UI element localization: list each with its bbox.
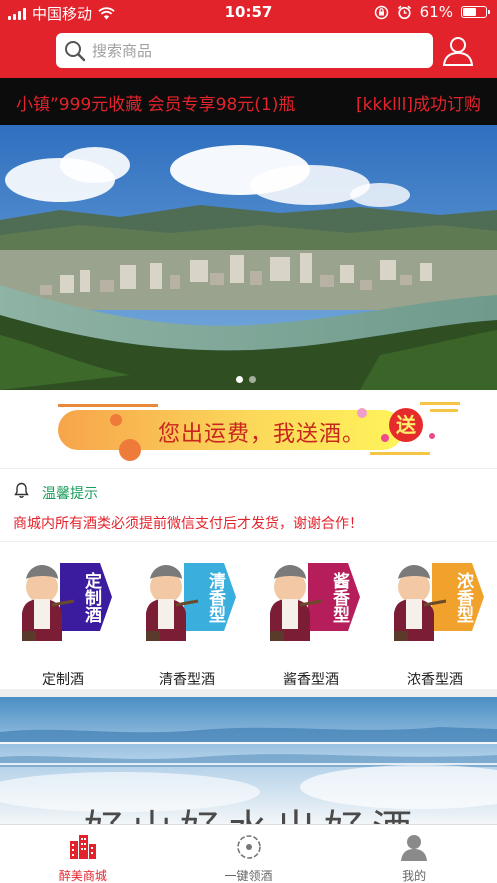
category-badge-text: 浓香型 <box>453 571 473 623</box>
city-icon <box>69 835 96 859</box>
search-input[interactable]: 搜索商品 <box>56 33 433 68</box>
banner-carousel[interactable] <box>0 125 497 390</box>
search-placeholder: 搜索商品 <box>92 42 153 60</box>
category-badge: 清香型 <box>194 561 236 633</box>
category-badge-text: 定制酒 <box>81 571 101 623</box>
promo-badge: 送 <box>389 408 423 442</box>
user-icon[interactable] <box>441 34 475 68</box>
status-bar: 中国移动 10:57 61% <box>0 0 497 26</box>
ticker-item: [kkklll]成功订购 <box>356 95 481 115</box>
feature-banner-text: 好山好水出好酒 <box>84 797 420 824</box>
category-item-custom[interactable]: 定制酒 定制酒 <box>8 561 118 688</box>
category-badge: 酱香型 <box>318 561 360 633</box>
category-badge-text: 酱香型 <box>329 571 349 623</box>
feature-banner[interactable]: 好山好水出好酒 <box>0 697 497 824</box>
orientation-lock-icon <box>374 5 388 19</box>
bell-icon <box>14 482 29 498</box>
status-right: 61% <box>374 3 490 21</box>
nav-item-mall[interactable]: 醉美商城 <box>0 825 166 883</box>
category-label: 清香型酒 <box>159 672 215 688</box>
header: 搜索商品 <box>0 26 497 78</box>
notice-title: 温馨提示 <box>42 486 98 502</box>
battery-level <box>463 8 477 16</box>
section-divider <box>0 689 497 697</box>
nav-label: 一键领酒 <box>224 869 273 883</box>
category-grid: 定制酒 定制酒 清香型 清香型酒 酱香型 酱香型酒 浓香型 浓香型酒 <box>0 543 497 689</box>
category-badge: 定制酒 <box>70 561 112 633</box>
nav-item-claim-wine[interactable]: 一键领酒 <box>166 825 332 883</box>
nav-label: 醉美商城 <box>58 869 107 883</box>
battery-icon <box>461 6 490 18</box>
nav-item-mine[interactable]: 我的 <box>331 825 497 883</box>
category-badge-text: 清香型 <box>205 571 225 623</box>
notice-text: 商城内所有酒类必须提前微信支付后才发货，谢谢合作！ <box>13 516 363 532</box>
category-label: 定制酒 <box>42 672 84 688</box>
search-icon <box>65 40 86 61</box>
person-icon <box>401 835 428 861</box>
target-icon <box>236 835 261 859</box>
nav-label: 我的 <box>402 869 427 883</box>
category-item-strong-aroma[interactable]: 浓香型 浓香型酒 <box>380 561 490 688</box>
carousel-dot[interactable] <box>236 376 243 383</box>
category-label: 酱香型酒 <box>283 672 339 688</box>
notice-panel: 温馨提示 商城内所有酒类必须提前微信支付后才发货，谢谢合作！ <box>0 468 497 542</box>
promo-text: 您出运费，我送酒。 <box>158 422 366 447</box>
category-badge: 浓香型 <box>442 561 484 633</box>
battery-percent: 61% <box>419 3 453 21</box>
category-label: 浓香型酒 <box>407 672 463 688</box>
bottom-nav: 醉美商城 一键领酒 我的 <box>0 824 497 883</box>
alarm-icon <box>397 5 411 19</box>
promo-banner[interactable]: 您出运费，我送酒。 送 <box>0 390 497 468</box>
category-item-sauce-aroma[interactable]: 酱香型 酱香型酒 <box>256 561 366 688</box>
carousel-indicator <box>236 376 256 383</box>
category-item-light-aroma[interactable]: 清香型 清香型酒 <box>132 561 242 688</box>
announcement-ticker[interactable]: 小镇”999元收藏 会员专享98元(1)瓶 [kkklll]成功订购 <box>0 78 497 125</box>
ticker-item: 小镇”999元收藏 会员专享98元(1)瓶 <box>16 95 296 115</box>
carousel-dot[interactable] <box>249 376 256 383</box>
banner-image <box>0 125 497 390</box>
